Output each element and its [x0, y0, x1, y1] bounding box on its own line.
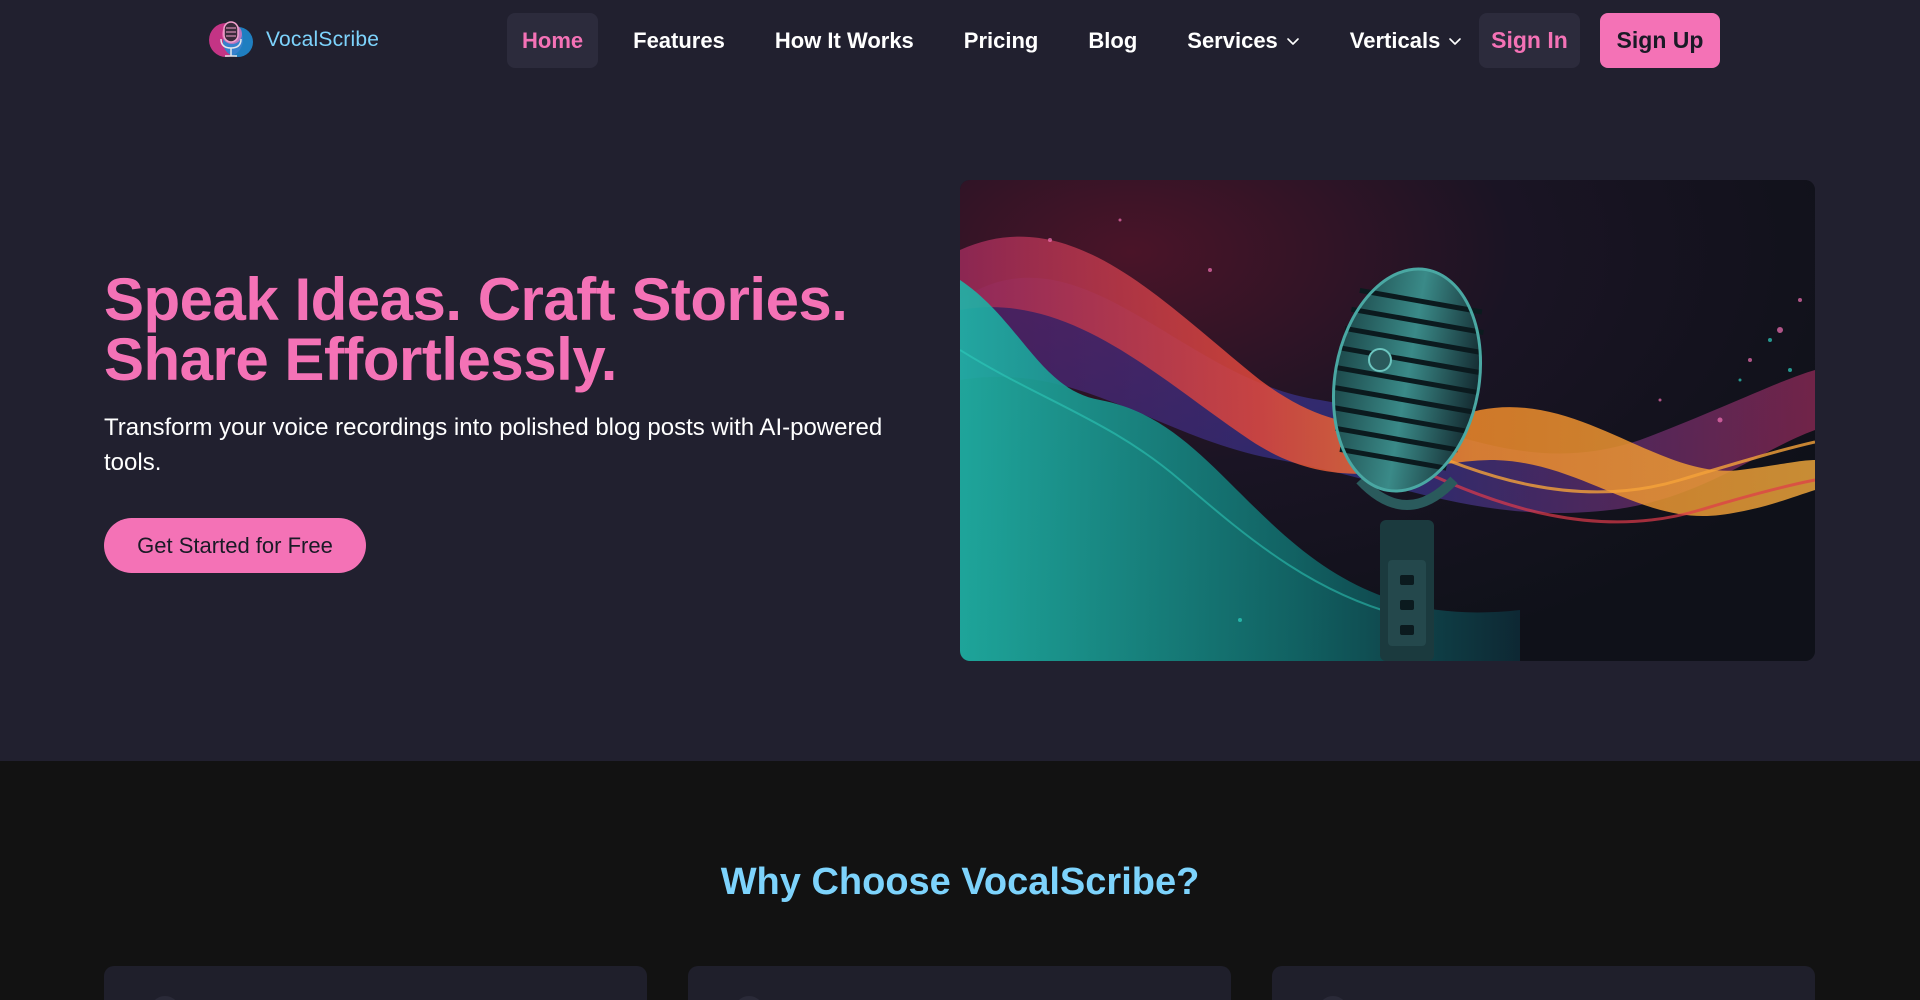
why-choose-title: Why Choose VocalScribe? — [720, 861, 1200, 903]
hero-title-line-2: Share Effortlessly. — [104, 326, 617, 393]
chevron-down-icon — [1286, 37, 1299, 45]
nav-blog[interactable]: Blog — [1073, 13, 1152, 68]
why-choose-section: Why Choose VocalScribe? — [0, 761, 1920, 1000]
microphone-sound-wave-illustration — [960, 180, 1815, 661]
feature-icon — [150, 996, 180, 1000]
get-started-button[interactable]: Get Started for Free — [104, 518, 366, 573]
feature-icon — [734, 996, 764, 1000]
hero-title-line-1: Speak Ideas. Craft Stories. — [104, 266, 848, 333]
nav-services-label: Services — [1187, 27, 1278, 53]
microphone-logo-icon — [209, 21, 253, 57]
nav-services-dropdown[interactable]: Services — [1172, 13, 1315, 68]
feature-card — [688, 966, 1231, 1000]
nav-features[interactable]: Features — [618, 13, 740, 68]
feature-icon — [1318, 996, 1348, 1000]
logo-text: VocalScribe — [266, 28, 380, 51]
sign-up-button[interactable]: Sign Up — [1600, 13, 1720, 68]
nav-verticals-dropdown[interactable]: Verticals — [1335, 13, 1478, 68]
nav-pricing-label: Pricing — [963, 27, 1039, 53]
feature-card — [104, 966, 647, 1000]
nav-how-it-works-label: How It Works — [774, 27, 914, 53]
hero-subtitle: Transform your voice recordings into pol… — [104, 414, 883, 476]
nav-home-label: Home — [522, 27, 584, 53]
chevron-down-icon — [1449, 37, 1462, 45]
nav-verticals-label: Verticals — [1349, 27, 1441, 53]
sign-in-button[interactable]: Sign In — [1479, 13, 1580, 68]
logo[interactable]: VocalScribe — [204, 12, 379, 68]
nav-how-it-works[interactable]: How It Works — [760, 13, 929, 68]
hero-title: Speak Ideas. Craft Stories. Share Effort… — [104, 270, 924, 390]
nav-pricing[interactable]: Pricing — [949, 13, 1054, 68]
nav-blog-label: Blog — [1088, 27, 1138, 53]
nav-links: Home Features How It Works Pricing Blog … — [507, 13, 1497, 68]
top-navbar: VocalScribe Home Features How It Works P… — [0, 0, 1920, 82]
nav-home[interactable]: Home — [507, 13, 599, 68]
nav-features-label: Features — [633, 27, 725, 53]
feature-card — [1272, 966, 1815, 1000]
hero-microphone-image — [960, 180, 1815, 661]
